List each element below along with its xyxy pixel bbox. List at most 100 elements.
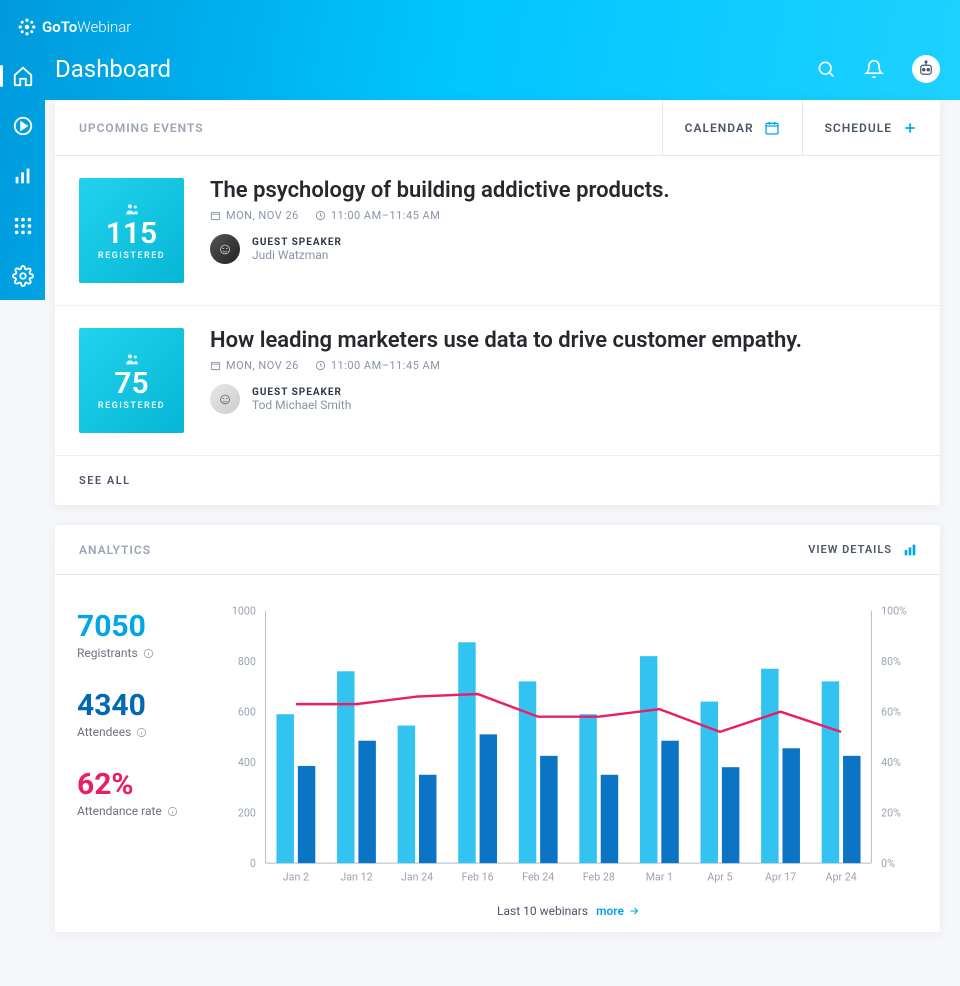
event-date: MON, NOV 26	[210, 359, 299, 372]
topbar: Dashboard	[55, 55, 940, 83]
gear-icon	[12, 265, 34, 287]
svg-text:100%: 100%	[881, 605, 907, 618]
speaker-block: ☺ GUEST SPEAKER Judi Watzman	[210, 234, 916, 264]
metric-value: 62%	[77, 767, 207, 802]
page-title: Dashboard	[55, 55, 171, 83]
upcoming-events-card: UPCOMING EVENTS CALENDAR SCHEDULE 115 RE…	[55, 100, 940, 505]
plus-icon	[902, 120, 918, 136]
svg-text:Apr 24: Apr 24	[826, 871, 857, 884]
chart-footer-text: Last 10 webinars	[497, 904, 588, 918]
speaker-name: Judi Watzman	[252, 248, 342, 262]
brand-bold: GoTo	[42, 18, 77, 36]
brand-light: Webinar	[77, 18, 131, 36]
metric-attendance-rate: 62% Attendance rate	[77, 767, 207, 818]
event-date: MON, NOV 26	[210, 209, 299, 222]
svg-text:Jan 12: Jan 12	[340, 871, 372, 884]
svg-text:80%: 80%	[881, 655, 901, 668]
sidebar-item-apps[interactable]	[12, 215, 34, 237]
search-icon	[816, 59, 836, 79]
home-icon	[12, 65, 34, 87]
people-icon	[124, 351, 140, 367]
registered-badge: 75 REGISTERED	[79, 328, 184, 433]
speaker-avatar: ☺	[210, 384, 240, 414]
profile-avatar[interactable]	[912, 55, 940, 83]
svg-text:60%: 60%	[881, 706, 901, 719]
sidebar	[0, 55, 45, 287]
calendar-small-icon	[210, 360, 221, 371]
metric-value: 4340	[77, 688, 207, 723]
search-button[interactable]	[816, 59, 836, 79]
play-circle-icon	[12, 115, 34, 137]
metrics-column: 7050 Registrants 4340 Attendees 62% Atte…	[77, 599, 207, 918]
svg-text:Jan 2: Jan 2	[283, 871, 309, 884]
svg-text:Apr 17: Apr 17	[765, 871, 796, 884]
registered-count: 75	[114, 369, 148, 399]
event-title: The psychology of building addictive pro…	[210, 178, 916, 203]
arrow-right-icon	[628, 905, 640, 917]
sidebar-item-settings[interactable]	[12, 265, 34, 287]
calendar-small-icon	[210, 210, 221, 221]
svg-text:400: 400	[238, 756, 256, 769]
event-time: 11:00 AM–11:45 AM	[315, 359, 441, 372]
registered-count: 115	[106, 219, 157, 249]
svg-text:0: 0	[250, 857, 256, 870]
speaker-role: GUEST SPEAKER	[252, 237, 342, 248]
registered-badge: 115 REGISTERED	[79, 178, 184, 283]
info-icon[interactable]	[167, 806, 178, 817]
svg-text:1000: 1000	[232, 605, 256, 618]
registered-label: REGISTERED	[98, 401, 165, 411]
svg-text:Feb 24: Feb 24	[522, 871, 554, 884]
svg-text:Feb 16: Feb 16	[462, 871, 494, 884]
speaker-avatar: ☺	[210, 234, 240, 264]
event-title: How leading marketers use data to drive …	[210, 328, 916, 353]
event-row[interactable]: 115 REGISTERED The psychology of buildin…	[55, 156, 940, 306]
clock-icon	[315, 210, 326, 221]
metric-attendees: 4340 Attendees	[77, 688, 207, 739]
calendar-icon	[764, 120, 780, 136]
chart-more-link[interactable]: more	[596, 904, 640, 918]
svg-text:0%: 0%	[881, 857, 895, 870]
logo-icon	[18, 18, 36, 36]
speaker-role: GUEST SPEAKER	[252, 387, 351, 398]
svg-text:Apr 5: Apr 5	[707, 871, 732, 884]
sidebar-item-webinars[interactable]	[12, 115, 34, 137]
metric-value: 7050	[77, 609, 207, 644]
upcoming-section-title: UPCOMING EVENTS	[55, 100, 662, 155]
svg-text:200: 200	[238, 807, 256, 820]
svg-text:40%: 40%	[881, 756, 901, 769]
schedule-button[interactable]: SCHEDULE	[802, 100, 940, 155]
sidebar-item-dashboard[interactable]	[12, 65, 34, 87]
view-details-button[interactable]: VIEW DETAILS	[808, 542, 940, 558]
svg-text:Mar 1: Mar 1	[646, 871, 673, 884]
event-time: 11:00 AM–11:45 AM	[315, 209, 441, 222]
analytics-section-title: ANALYTICS	[55, 543, 808, 557]
clock-icon	[315, 360, 326, 371]
metric-registrants: 7050 Registrants	[77, 609, 207, 660]
people-icon	[124, 201, 140, 217]
svg-text:800: 800	[238, 655, 256, 668]
bars-icon	[12, 165, 34, 187]
info-icon[interactable]	[136, 727, 147, 738]
event-row[interactable]: 75 REGISTERED How leading marketers use …	[55, 306, 940, 456]
chart-icon	[902, 542, 918, 558]
calendar-button[interactable]: CALENDAR	[662, 100, 802, 155]
speaker-block: ☺ GUEST SPEAKER Tod Michael Smith	[210, 384, 916, 414]
analytics-chart: 0 200 400 600 800 1000 0% 20% 40% 60% 80% 100% Jan 2…	[219, 599, 918, 894]
analytics-card: ANALYTICS VIEW DETAILS 7050 Registrants …	[55, 525, 940, 932]
svg-text:Feb 28: Feb 28	[583, 871, 615, 884]
metric-label: Attendees	[77, 725, 207, 739]
sidebar-item-analytics[interactable]	[12, 165, 34, 187]
svg-text:20%: 20%	[881, 807, 901, 820]
notifications-button[interactable]	[864, 59, 884, 79]
metric-label: Registrants	[77, 646, 207, 660]
robot-icon	[917, 60, 935, 78]
see-all-link[interactable]: SEE ALL	[55, 456, 940, 505]
svg-text:600: 600	[238, 706, 256, 719]
registered-label: REGISTERED	[98, 251, 165, 261]
metric-label: Attendance rate	[77, 804, 207, 818]
info-icon[interactable]	[143, 648, 154, 659]
brand-logo[interactable]: GoToWebinar	[18, 18, 131, 36]
speaker-name: Tod Michael Smith	[252, 398, 351, 412]
bell-icon	[864, 59, 884, 79]
svg-text:Jan 24: Jan 24	[401, 871, 433, 884]
